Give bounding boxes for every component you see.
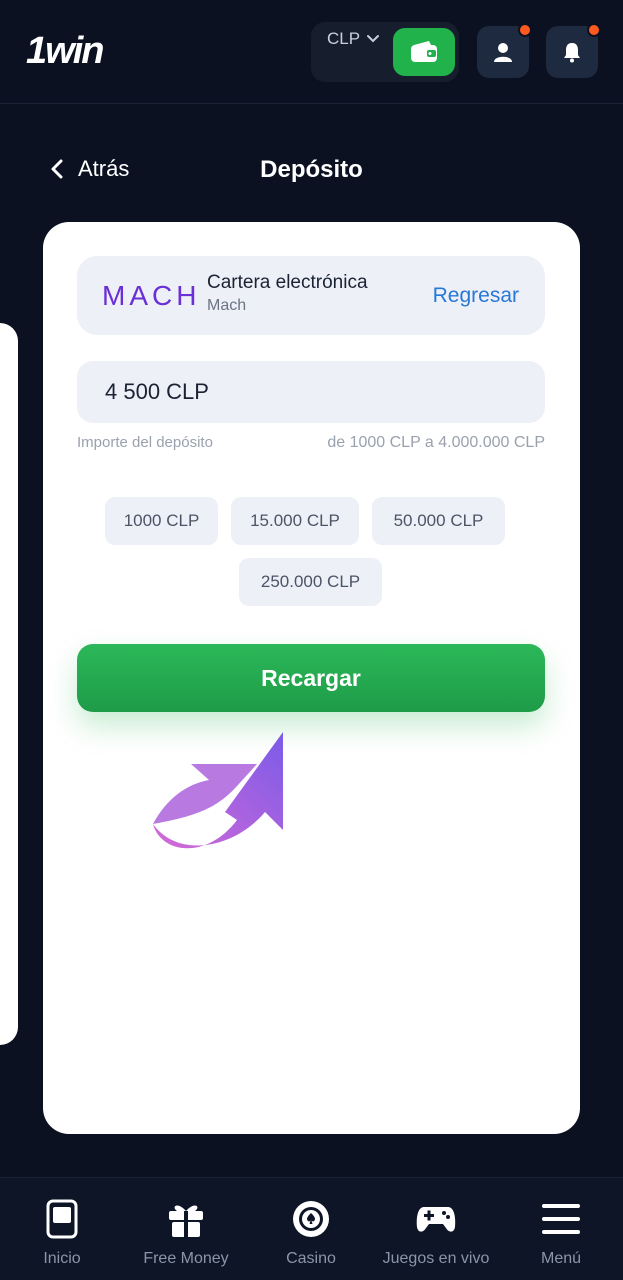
notification-dot [587, 23, 601, 37]
nav-item-inicio[interactable]: Inicio [0, 1196, 124, 1268]
casino-chip-icon [293, 1201, 329, 1237]
payment-method-name: Cartera electrónica [207, 272, 368, 293]
user-icon [494, 43, 512, 62]
nav-item-free-money[interactable]: Free Money [124, 1196, 248, 1268]
nav-label: Casino [286, 1250, 336, 1267]
pointer-arrow-icon [153, 732, 283, 849]
menu-icon [542, 1204, 580, 1234]
profile-button[interactable] [477, 23, 532, 78]
nav-item-menu[interactable]: Menú [499, 1196, 623, 1268]
nav-label: Juegos en vivo [382, 1250, 490, 1267]
deposit-card: MACH Cartera electrónica Mach Regresar I… [43, 222, 580, 1134]
background-panel [0, 323, 18, 1045]
nav-label: Inicio [43, 1250, 81, 1267]
mach-logo: MACH [102, 280, 201, 311]
gamepad-icon [416, 1207, 456, 1232]
payment-method-provider: Mach [207, 297, 247, 314]
notifications-button[interactable] [546, 23, 601, 78]
balance-widget: CLP [311, 22, 459, 82]
back-label: Atrás [78, 156, 130, 181]
notification-dot [518, 23, 532, 37]
chevron-down-icon [367, 35, 380, 43]
payment-method-row[interactable]: MACH Cartera electrónica Mach Regresar [77, 256, 545, 335]
bottom-navigation: Inicio Free Money Casino Juegos en vivo … [0, 1177, 623, 1280]
nav-label: Free Money [143, 1250, 229, 1267]
currency-label: CLP [327, 29, 361, 48]
nav-item-juegos-en-vivo[interactable]: Juegos en vivo [374, 1196, 498, 1268]
amount-label: Importe del depósito [77, 434, 213, 451]
top-header: 1win CLP [0, 0, 623, 104]
amount-chip[interactable]: 50.000 CLP [372, 497, 505, 545]
wallet-icon [411, 41, 437, 62]
nav-label: Menú [540, 1250, 582, 1267]
deposit-page: 1win CLP Depósito Atrás MACH Cartera ele… [0, 0, 623, 1280]
nav-item-casino[interactable]: Casino [249, 1196, 373, 1268]
amount-chip[interactable]: 15.000 CLP [231, 497, 359, 545]
brand-logo[interactable]: 1win [26, 30, 104, 73]
bell-icon [564, 43, 580, 63]
gift-icon [169, 1205, 203, 1237]
amount-chip[interactable]: 250.000 CLP [239, 558, 382, 606]
home-icon [46, 1199, 78, 1239]
amount-input[interactable] [77, 361, 545, 423]
recargar-button[interactable]: Recargar [77, 644, 545, 712]
amount-chip[interactable]: 1000 CLP [105, 497, 218, 545]
back-button[interactable]: Atrás [50, 156, 129, 182]
wallet-button[interactable] [393, 28, 455, 76]
amount-range: de 1000 CLP a 4.000.000 CLP [327, 434, 545, 451]
regresar-link[interactable]: Regresar [433, 284, 519, 308]
currency-selector[interactable]: CLP [327, 29, 380, 49]
chevron-left-icon [51, 159, 63, 179]
